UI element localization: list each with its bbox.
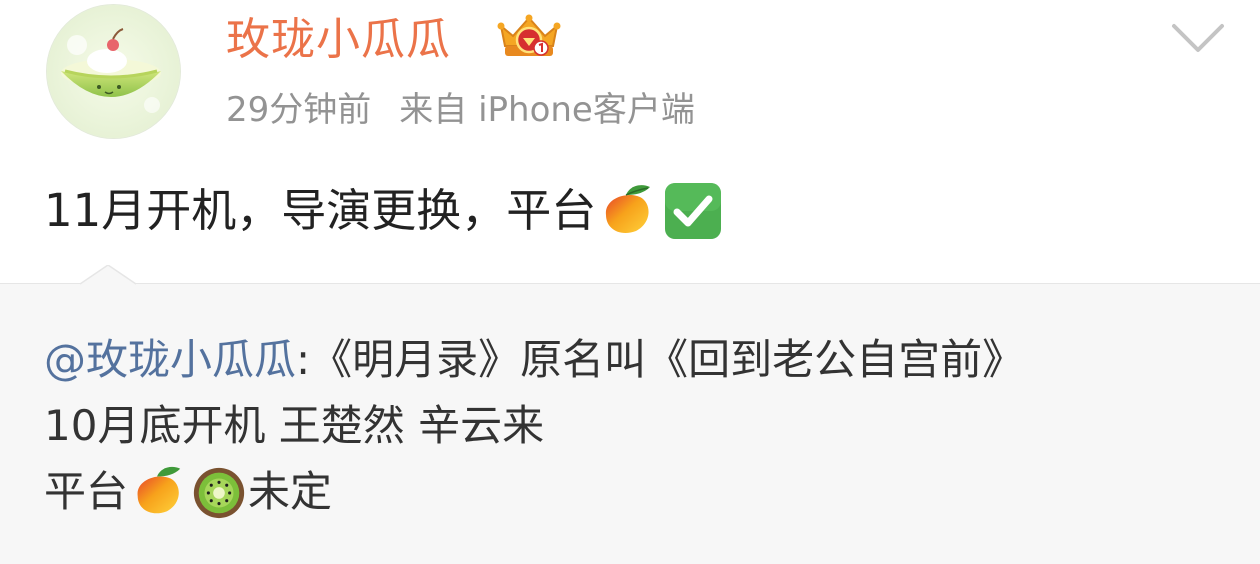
quoted-line-3: 平台 未定 bbox=[44, 463, 332, 521]
post-time: 29分钟前 bbox=[226, 90, 372, 130]
quoted-text-line3-prefix: 平台 bbox=[44, 467, 129, 516]
post-source: 来自 iPhone客户端 bbox=[399, 90, 695, 130]
check-mark-button-emoji-icon bbox=[665, 183, 722, 239]
vip-crown-badge-icon bbox=[497, 14, 561, 56]
quoted-text-line1: :《明月录》原名叫《回到老公自宫前》 bbox=[296, 335, 1025, 384]
melon-avatar-icon bbox=[47, 5, 180, 138]
user-name[interactable]: 玫珑小瓜瓜 bbox=[226, 12, 451, 68]
weibo-post-card: 玫珑小瓜瓜 29分钟前 来自 iPhone客户端 11月开机，导演更换，平台 @… bbox=[0, 0, 1260, 564]
post-body: 11月开机，导演更换，平台 bbox=[44, 180, 724, 242]
quoted-line-2: 10月底开机 王楚然 辛云来 bbox=[44, 398, 544, 454]
mango-emoji-icon bbox=[606, 185, 651, 234]
post-meta: 29分钟前 来自 iPhone客户端 bbox=[226, 86, 695, 134]
mango-emoji-icon bbox=[137, 466, 181, 514]
quoted-user-mention[interactable]: @玫珑小瓜瓜 bbox=[44, 332, 296, 388]
kiwi-emoji-icon bbox=[193, 467, 245, 519]
chevron-down-icon[interactable] bbox=[1170, 20, 1226, 56]
user-avatar[interactable] bbox=[47, 5, 180, 138]
quoted-text-line2: 10月底开机 王楚然 辛云来 bbox=[44, 401, 545, 450]
post-text: 11月开机，导演更换，平台 bbox=[44, 184, 597, 237]
quoted-line-1: @玫珑小瓜瓜 :《明月录》原名叫《回到老公自宫前》 bbox=[44, 332, 1024, 388]
quoted-text-line3-suffix: 未定 bbox=[248, 467, 333, 516]
quote-pointer bbox=[80, 265, 136, 285]
